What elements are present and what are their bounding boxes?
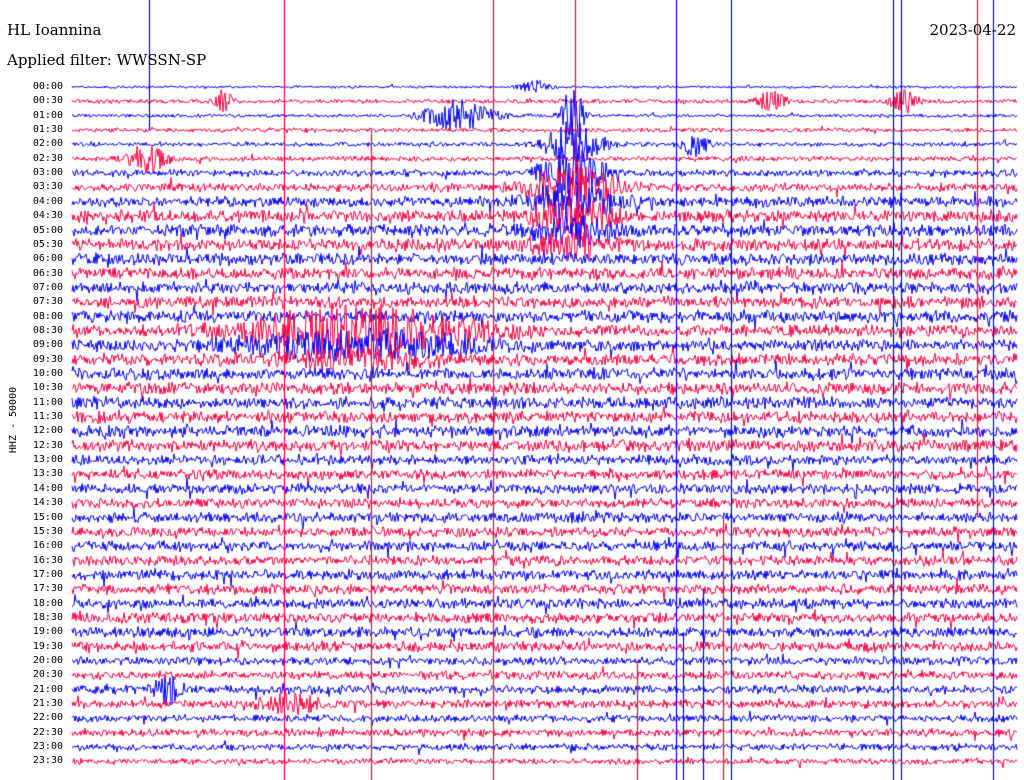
time-label: 21:30 <box>32 698 63 710</box>
time-label: 10:00 <box>32 368 63 379</box>
time-label: 10:30 <box>32 382 63 394</box>
time-label: 22:30 <box>32 726 63 738</box>
time-label: 18:00 <box>32 597 63 609</box>
time-label: 05:30 <box>32 238 63 250</box>
time-label: 16:00 <box>32 540 63 552</box>
filter-line: Applied filter: WWSSN-SP <box>7 53 206 68</box>
time-label: 03:00 <box>32 167 63 179</box>
time-label: 03:30 <box>32 181 63 193</box>
filter-prefix: Applied filter: <box>7 51 117 69</box>
time-label: 21:00 <box>32 683 63 695</box>
time-label: 23:00 <box>32 741 63 753</box>
date-label: 2023-04-22 <box>929 21 1016 39</box>
time-label: 08:30 <box>32 324 63 336</box>
time-label: 12:00 <box>32 425 63 437</box>
time-label: 20:30 <box>32 669 63 681</box>
time-label: 02:00 <box>32 138 63 150</box>
time-label: 02:30 <box>32 152 63 164</box>
time-label: 08:00 <box>32 310 63 322</box>
time-label: 06:00 <box>32 253 63 265</box>
time-label: 14:00 <box>32 482 63 494</box>
station-title: HL Ioannina <box>7 21 102 39</box>
time-label: 15:00 <box>32 511 63 523</box>
time-label: 13:30 <box>32 468 63 480</box>
time-label: 09:30 <box>32 353 63 365</box>
time-label: 22:00 <box>32 712 63 724</box>
time-label: 01:00 <box>32 109 63 121</box>
time-label: 01:30 <box>32 124 63 136</box>
time-label: 06:30 <box>32 267 63 279</box>
time-label: 00:30 <box>32 95 63 107</box>
time-label: 12:30 <box>32 439 63 451</box>
time-label: 17:30 <box>32 583 63 595</box>
time-label: 19:30 <box>32 640 63 652</box>
time-label: 00:00 <box>32 81 63 92</box>
time-label: 09:00 <box>32 339 63 351</box>
time-label: 23:30 <box>32 755 63 767</box>
time-label: 05:00 <box>32 224 63 236</box>
time-label: 19:00 <box>32 626 63 638</box>
helicorder-plot-area <box>0 0 1024 780</box>
time-label: 11:00 <box>32 396 63 408</box>
time-label: 07:30 <box>32 296 63 308</box>
time-label: 17:00 <box>32 568 63 580</box>
time-label: 13:00 <box>32 454 63 466</box>
filter-name: WWSSN-SP <box>116 51 207 69</box>
time-label: 16:30 <box>32 554 63 566</box>
time-label: 14:30 <box>32 497 63 509</box>
time-label: 15:30 <box>32 525 63 537</box>
time-label: 11:30 <box>32 411 63 423</box>
time-label: 07:00 <box>32 281 63 293</box>
time-label: 20:00 <box>32 655 63 666</box>
time-label: 04:00 <box>32 195 63 207</box>
time-label: 18:30 <box>32 611 63 623</box>
time-label: 04:30 <box>32 210 63 222</box>
